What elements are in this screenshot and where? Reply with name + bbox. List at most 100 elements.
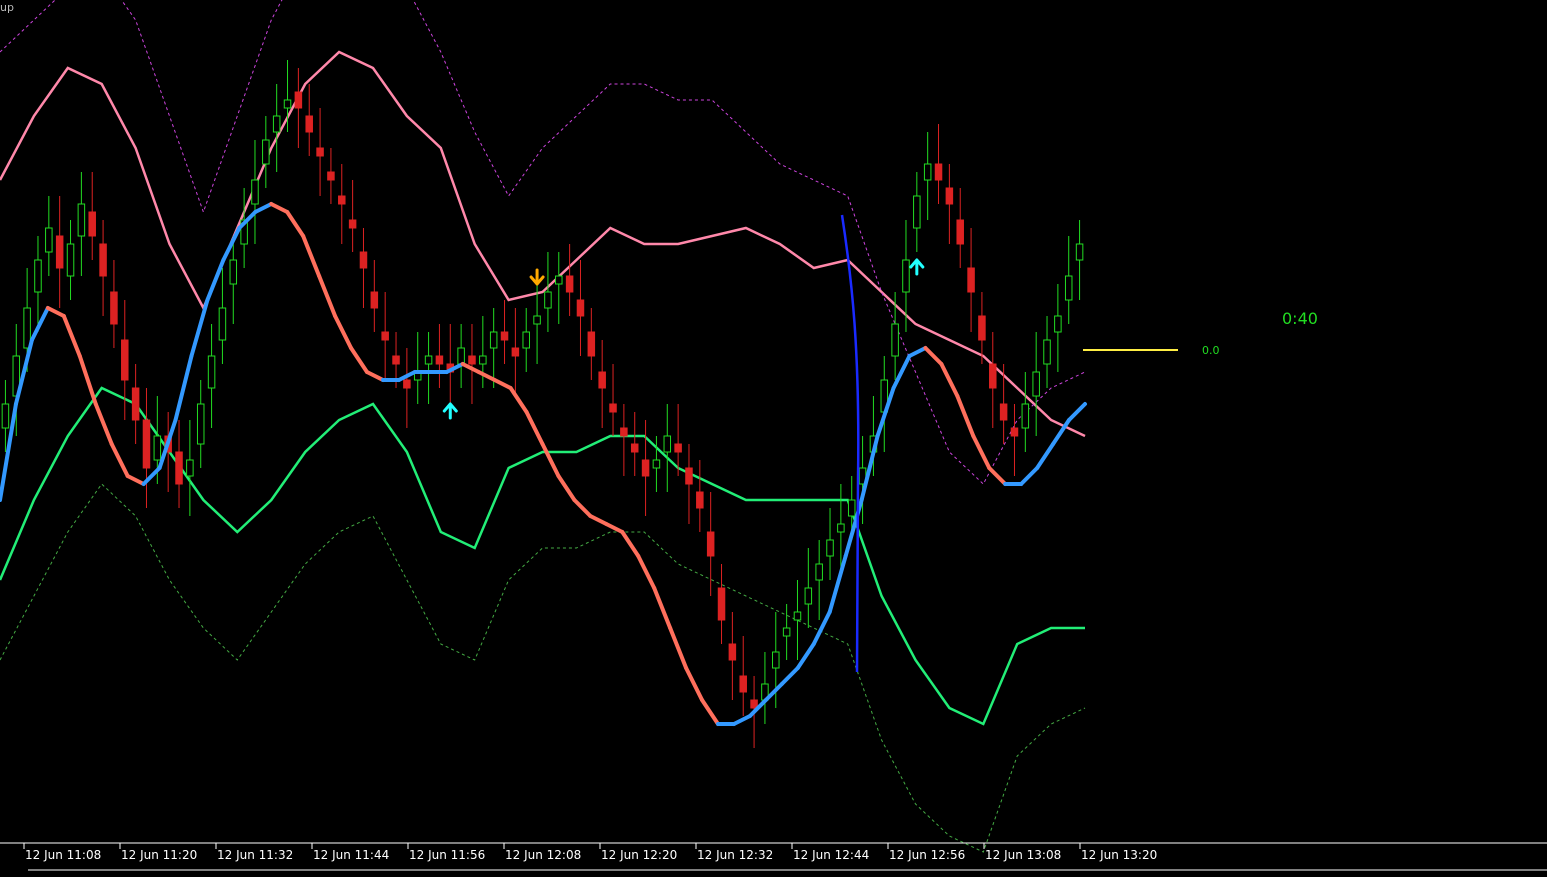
bear-candle (338, 195, 346, 205)
bull-candle (153, 435, 162, 461)
bear-candle (978, 315, 986, 341)
bull-candle (793, 611, 802, 621)
bull-candle (533, 315, 541, 325)
price-chart[interactable]: 0.0 0:40 up 12 Jun 11:08 12 Jun 11:20 12 J… (0, 0, 1547, 877)
bull-candle (902, 259, 910, 293)
bear-candle (674, 443, 682, 453)
bull-candle (1075, 243, 1084, 261)
bull-candle (1032, 371, 1040, 397)
bull-candle (1054, 315, 1062, 333)
bear-candle (565, 275, 574, 293)
bear-candle (587, 331, 596, 357)
bear-candle (956, 219, 964, 245)
bull-candle (913, 195, 921, 229)
bear-candle (500, 331, 509, 341)
bull-candle (652, 459, 661, 469)
bull-candle (1, 403, 10, 429)
corner-label: up (0, 1, 14, 14)
bull-candle (34, 259, 42, 293)
bear-candle (359, 251, 368, 269)
bull-candle (77, 203, 86, 237)
bear-candle (511, 347, 520, 357)
bull-candle (218, 307, 227, 341)
bull-candle (229, 259, 238, 285)
bull-candle (66, 243, 75, 277)
bear-candle (945, 187, 954, 205)
bear-candle (121, 339, 129, 381)
bear-candle (576, 299, 585, 317)
bear-candle (934, 163, 943, 181)
bear-candle (370, 291, 379, 309)
bear-candle (967, 267, 975, 293)
bear-candle (717, 587, 726, 621)
bear-candle (696, 491, 704, 509)
x-tick-label: 12 Jun 13:20 (1081, 848, 1157, 862)
bull-candle (782, 627, 791, 637)
x-tick-label: 12 Jun 12:32 (697, 848, 773, 862)
bull-candle (815, 563, 823, 581)
bear-candle (142, 419, 151, 469)
bull-candle (923, 163, 932, 181)
bear-candle (392, 355, 400, 365)
bear-candle (305, 115, 313, 133)
bear-candle (381, 331, 389, 341)
bear-candle (468, 355, 476, 365)
bear-candle (327, 171, 335, 181)
bear-candle (403, 379, 411, 389)
bull-candle (186, 459, 194, 477)
bull-candle (424, 355, 433, 365)
bear-candle (175, 451, 183, 485)
bear-candle (989, 363, 997, 389)
bear-candle (88, 211, 96, 237)
bull-candle (1064, 275, 1073, 301)
bull-candle (1043, 339, 1051, 365)
bear-candle (685, 467, 693, 485)
x-tick-label: 12 Jun 11:08 (25, 848, 101, 862)
bear-candle (620, 427, 628, 437)
x-tick-label: 12 Jun 13:08 (985, 848, 1061, 862)
bear-candle (110, 291, 118, 325)
bull-candle (489, 331, 498, 349)
x-tick-label: 12 Jun 11:56 (409, 848, 485, 862)
x-tick-label: 12 Jun 12:56 (889, 848, 965, 862)
bull-candle (251, 179, 259, 205)
bull-candle (772, 651, 780, 669)
x-tick-label: 12 Jun 12:44 (793, 848, 869, 862)
x-tick-label: 12 Jun 11:44 (313, 848, 389, 862)
bull-candle (479, 355, 487, 365)
bull-candle (522, 331, 530, 349)
bear-candle (316, 147, 324, 157)
bear-candle (435, 355, 444, 365)
bull-candle (457, 347, 465, 365)
x-tick-label: 12 Jun 11:20 (121, 848, 197, 862)
bear-candle (1010, 427, 1019, 437)
bear-candle (598, 371, 606, 389)
x-tick-label: 12 Jun 12:20 (601, 848, 677, 862)
bear-candle (99, 243, 107, 277)
bear-candle (739, 675, 747, 693)
bull-candle (207, 355, 216, 389)
bull-candle (663, 435, 672, 453)
bear-candle (348, 219, 357, 229)
bull-candle (283, 99, 292, 109)
bull-candle (804, 587, 813, 605)
bull-candle (555, 275, 563, 285)
candle-timer: 0:40 (1282, 309, 1318, 328)
bear-candle (55, 235, 64, 269)
chart-background (0, 0, 1547, 877)
bull-candle (837, 523, 845, 533)
bull-candle (272, 115, 281, 133)
bull-candle (891, 323, 899, 357)
bear-candle (131, 387, 140, 421)
bull-candle (826, 539, 834, 557)
x-tick-label: 12 Jun 12:08 (505, 848, 581, 862)
bear-candle (609, 403, 617, 413)
bull-candle (847, 499, 856, 517)
bear-candle (999, 403, 1008, 421)
bull-candle (196, 403, 205, 445)
bear-candle (728, 643, 737, 661)
bear-candle (706, 531, 715, 557)
bear-candle (630, 443, 639, 453)
level-text: 0.0 (1202, 344, 1220, 357)
bull-candle (544, 291, 552, 309)
